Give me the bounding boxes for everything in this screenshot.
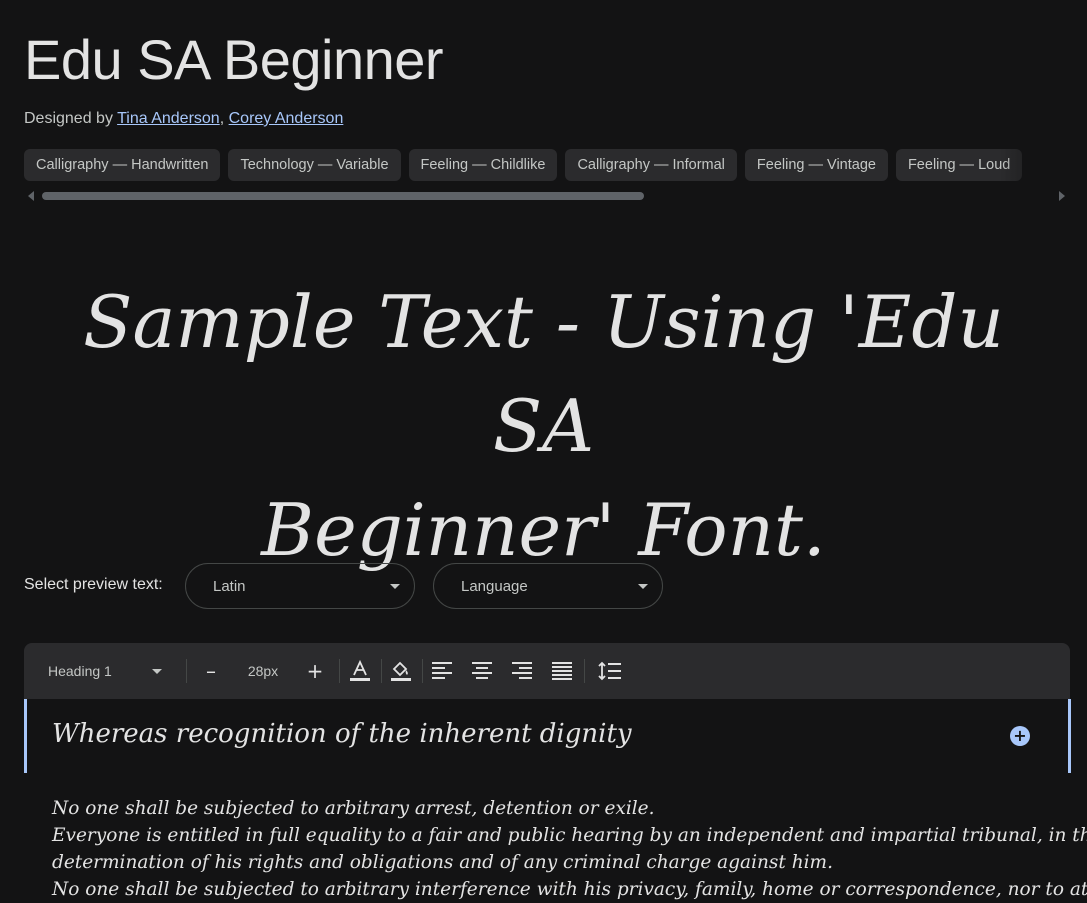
line-height-icon: [598, 661, 621, 681]
heading-editor[interactable]: Whereas recognition of the inherent dign…: [24, 699, 1071, 773]
designer-link-corey[interactable]: Corey Anderson: [229, 110, 344, 127]
minus-icon: –: [206, 659, 216, 683]
body-line: Everyone is entitled in full equality to…: [52, 825, 1087, 846]
tag-chip[interactable]: Feeling — Childlike: [408, 149, 558, 181]
highlight-color-button[interactable]: [389, 643, 413, 699]
tag-chip[interactable]: Technology — Variable: [228, 149, 401, 181]
editor-toolbar: Heading 1 – 28px +: [24, 643, 1070, 699]
body-line: determination of his rights and obligati…: [52, 852, 833, 873]
chevron-down-icon: [390, 584, 400, 589]
align-left-button[interactable]: [430, 643, 454, 699]
chevron-down-icon: [152, 669, 162, 674]
font-size-label: 28px: [247, 663, 279, 679]
toolbar-divider: [422, 659, 423, 683]
text-color-button[interactable]: [348, 643, 372, 699]
text-color-icon: [350, 659, 370, 681]
toolbar-divider: [186, 659, 187, 683]
plus-circle-icon[interactable]: +: [1010, 726, 1030, 746]
font-size-value[interactable]: 28px: [236, 643, 290, 699]
paint-bucket-icon: [391, 661, 411, 681]
heading-preview-text[interactable]: Whereas recognition of the inherent dign…: [52, 719, 632, 749]
align-right-icon: [512, 662, 532, 679]
body-preview-text[interactable]: No one shall be subjected to arbitrary a…: [52, 795, 1087, 903]
text-style-select[interactable]: Heading 1: [48, 643, 112, 699]
toolbar-divider: [584, 659, 585, 683]
preview-text-label: Select preview text:: [24, 576, 163, 593]
body-line: No one shall be subjected to arbitrary i…: [52, 879, 1087, 900]
script-select-value: Latin: [213, 578, 246, 595]
toolbar-divider: [381, 659, 382, 683]
align-right-button[interactable]: [510, 643, 534, 699]
body-line: No one shall be subjected to arbitrary a…: [52, 798, 655, 819]
language-select[interactable]: Language: [433, 563, 663, 609]
increase-size-button[interactable]: +: [304, 643, 326, 699]
tag-chip[interactable]: Feeling — Vintage: [744, 149, 888, 181]
tag-chip[interactable]: Calligraphy — Handwritten: [24, 149, 221, 181]
align-center-button[interactable]: [470, 643, 494, 699]
align-justify-icon: [552, 662, 572, 680]
toolbar-divider: [339, 659, 340, 683]
sample-line-1: Sample Text - Using 'Edu SA: [83, 280, 1004, 468]
designer-separator: ,: [219, 110, 225, 127]
sample-text-preview: Sample Text - Using 'Edu SA Beginner' Fo…: [60, 270, 1027, 582]
designed-by-label: Designed by: [24, 110, 113, 127]
script-select[interactable]: Latin: [185, 563, 415, 609]
align-justify-button[interactable]: [550, 643, 574, 699]
line-height-button[interactable]: [598, 643, 622, 699]
tag-chip[interactable]: Calligraphy — Informal: [565, 149, 737, 181]
font-title: Edu SA Beginner: [24, 28, 444, 91]
chevron-down-icon: [638, 584, 648, 589]
decrease-size-button[interactable]: –: [200, 643, 222, 699]
align-center-icon: [472, 662, 492, 679]
designer-link-tina[interactable]: Tina Anderson: [117, 110, 220, 127]
scroll-left-arrow-icon[interactable]: [28, 191, 34, 201]
tag-list: Calligraphy — Handwritten Technology — V…: [24, 149, 1065, 183]
plus-icon: +: [306, 659, 324, 683]
align-left-icon: [432, 662, 452, 679]
scroll-right-arrow-icon[interactable]: [1059, 191, 1065, 201]
text-style-value: Heading 1: [48, 663, 112, 679]
tag-list-fade: [1000, 149, 1065, 183]
horizontal-scrollbar-thumb[interactable]: [42, 192, 644, 200]
language-select-value: Language: [461, 578, 528, 595]
designer-credits: Designed by Tina Anderson, Corey Anderso…: [24, 110, 343, 128]
